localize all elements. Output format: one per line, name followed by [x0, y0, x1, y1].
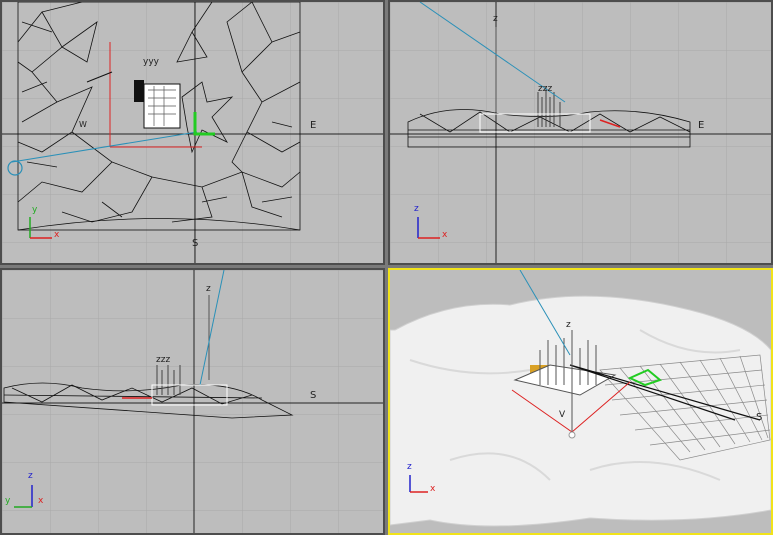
gizmo-x-label: x [442, 230, 448, 240]
compass-south-label: S [310, 390, 317, 401]
viewport-left[interactable]: S z zzz z y x [0, 268, 385, 535]
object-axes-label: zzz [538, 84, 553, 94]
gizmo-x-label: x [430, 484, 436, 494]
viewport-top[interactable]: E S W yyy y x [0, 0, 385, 265]
compass-west-label: W [79, 120, 87, 129]
gizmo-y-label: y [32, 205, 38, 215]
compass-south-label: S [756, 412, 763, 423]
compass-south-label: S [192, 238, 199, 249]
viewport-front[interactable]: E z zzz z x [388, 0, 773, 265]
pivot-z-label: z [566, 320, 571, 330]
pivot-z-label: z [493, 14, 498, 24]
compass-east-label: E [698, 120, 705, 131]
gizmo-x-label: x [38, 496, 44, 506]
viewport-top-canvas [2, 2, 383, 263]
viewport-perspective-canvas [390, 270, 771, 533]
compass-east-label: E [310, 120, 317, 131]
gizmo-z-label: z [414, 204, 419, 214]
compass-v-label: V [559, 410, 566, 420]
object-axes-label: zzz [156, 355, 171, 365]
gizmo-z-label: z [407, 462, 412, 472]
viewport-front-canvas [390, 2, 771, 263]
viewport-perspective[interactable]: S z V z x [388, 268, 773, 535]
gizmo-y-label: y [5, 496, 11, 506]
gizmo-z-label: z [28, 471, 33, 481]
viewport-left-canvas [2, 270, 383, 533]
pivot-z-label: z [206, 284, 211, 294]
gizmo-x-label: x [54, 230, 60, 240]
object-axes-label: yyy [143, 57, 159, 67]
